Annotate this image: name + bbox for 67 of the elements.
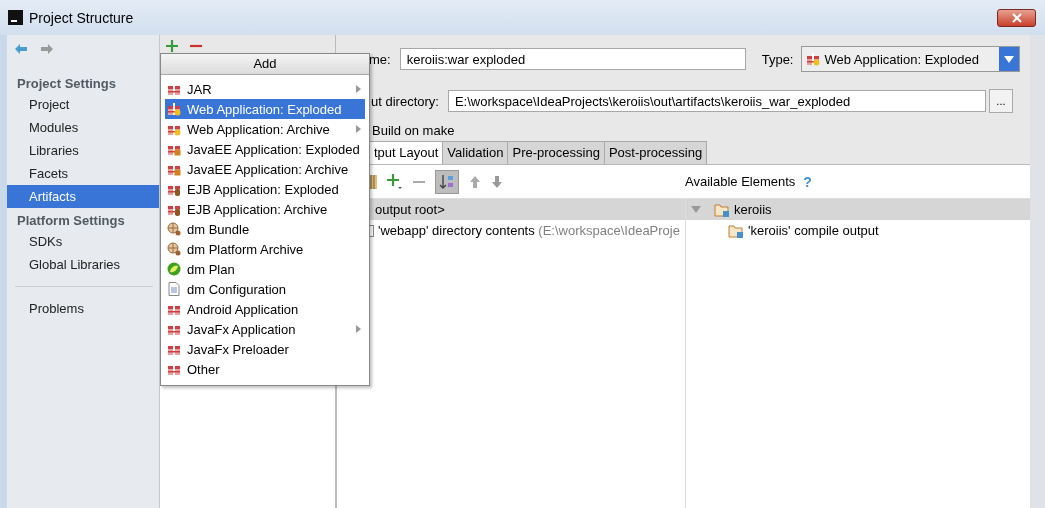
down-arrow-icon[interactable] xyxy=(491,174,503,189)
section-heading: Project Settings xyxy=(16,75,117,93)
menu-item[interactable]: dm Platform Archive xyxy=(165,239,365,259)
menu-title: Add xyxy=(161,54,369,75)
up-arrow-icon[interactable] xyxy=(469,174,481,189)
submenu-arrow-icon xyxy=(356,325,361,333)
sidebar-item[interactable]: Problems xyxy=(7,297,159,320)
back-arrow-icon[interactable] xyxy=(14,43,28,55)
close-button[interactable] xyxy=(997,8,1036,27)
document-icon xyxy=(168,282,180,296)
add-icon[interactable] xyxy=(387,173,403,190)
menu-item[interactable]: JavaFx Preloader xyxy=(165,339,365,359)
tab[interactable]: Post-processing xyxy=(603,141,708,164)
help-icon[interactable]: ? xyxy=(803,173,812,190)
menu-item[interactable]: Android Application xyxy=(165,299,365,319)
menu-item[interactable]: EJB Application: Exploded xyxy=(165,179,365,199)
menu-item[interactable]: JAR xyxy=(165,79,365,99)
sidebar-item[interactable]: SDKs xyxy=(7,230,159,253)
menu-item[interactable]: Web Application: Archive xyxy=(165,119,365,139)
tab[interactable]: Pre-processing xyxy=(507,141,605,164)
checkbox-label[interactable]: Build on make xyxy=(372,123,455,138)
menu-item[interactable]: Other xyxy=(165,359,365,379)
package-icon xyxy=(806,52,821,66)
menu-item[interactable]: dm Configuration xyxy=(165,279,365,299)
menu-item[interactable]: EJB Application: Archive xyxy=(165,199,365,219)
section-heading: Platform Settings xyxy=(16,212,126,230)
field-label: me: xyxy=(369,51,391,67)
menu-item[interactable]: dm Plan xyxy=(165,259,365,279)
folder-icon xyxy=(714,202,730,217)
forward-arrow-icon[interactable] xyxy=(40,43,54,55)
submenu-arrow-icon xyxy=(356,125,361,133)
tree-item[interactable]: 'keroiis' compile output xyxy=(748,223,879,238)
menu-item[interactable]: JavaEE Application: Exploded xyxy=(165,139,365,159)
panel-heading: Available Elements xyxy=(685,174,796,189)
menu-item[interactable]: dm Bundle xyxy=(165,219,365,239)
expand-arrow-icon[interactable] xyxy=(691,206,701,213)
sidebar-item[interactable]: Artifacts xyxy=(7,185,159,208)
sidebar-item[interactable]: Facets xyxy=(7,162,159,185)
submenu-arrow-icon xyxy=(356,85,361,93)
tree-item[interactable]: output root> xyxy=(375,202,445,217)
close-icon xyxy=(1011,12,1022,23)
globe-icon xyxy=(167,222,181,236)
name-field[interactable]: keroiis:war exploded xyxy=(399,48,746,70)
tree-item[interactable]: 'webapp' directory contents (E:\workspace\IdeaProje xyxy=(378,223,680,238)
globe-icon xyxy=(167,242,181,256)
sidebar-item[interactable]: Global Libraries xyxy=(7,253,159,276)
sidebar-item[interactable]: Modules xyxy=(7,116,159,139)
leaf-icon xyxy=(167,262,181,276)
tab[interactable]: tput Layout xyxy=(369,141,444,164)
package-icon xyxy=(167,102,181,116)
field-label: ut directory: xyxy=(371,93,439,109)
sidebar-item[interactable]: Libraries xyxy=(7,139,159,162)
window-title: Project Structure xyxy=(29,9,134,26)
sidebar-item[interactable]: Project xyxy=(7,93,159,116)
output-directory-field[interactable]: E:\workspace\IdeaProjects\keroiis\out\artifacts\keroiis_war_exploded xyxy=(447,90,986,112)
menu-item[interactable]: Web Application: Exploded xyxy=(165,99,365,119)
folder-icon xyxy=(728,223,744,238)
tab[interactable]: Validation xyxy=(442,141,509,164)
menu-item[interactable]: JavaFx Application xyxy=(165,319,365,339)
type-dropdown[interactable]: Web Application: Exploded xyxy=(801,46,1021,72)
field-label: Type: xyxy=(761,51,794,67)
app-logo-icon xyxy=(8,10,23,25)
sort-icon[interactable] xyxy=(435,169,459,194)
add-icon[interactable] xyxy=(166,39,178,52)
tree-item[interactable]: keroiis xyxy=(734,202,772,217)
browse-button[interactable]: ... xyxy=(988,89,1013,113)
menu-item[interactable]: JavaEE Application: Archive xyxy=(165,159,365,179)
